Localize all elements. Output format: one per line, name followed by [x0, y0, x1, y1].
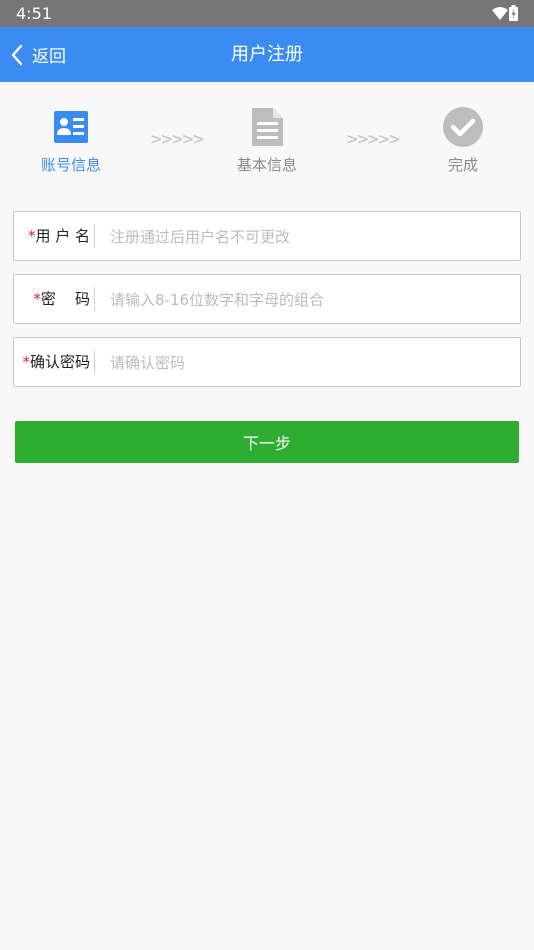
username-label-text: 用 户 名	[35, 227, 90, 245]
password-label-text: 密 码	[40, 290, 90, 308]
registration-steps: 账号信息 >>>>> 基本信息 >>>>> 完成	[0, 100, 534, 190]
confirm-password-label: *确认密码	[14, 350, 95, 374]
step-account-info: 账号信息	[11, 100, 131, 175]
password-field: *密 码	[13, 274, 521, 324]
username-input[interactable]	[108, 220, 512, 254]
next-step-button[interactable]: 下一步	[15, 421, 519, 463]
step-label: 账号信息	[40, 156, 101, 174]
step-label: 基本信息	[236, 156, 297, 174]
step-label: 完成	[447, 156, 478, 174]
confirm-password-input[interactable]	[108, 346, 512, 380]
status-time: 4:51	[16, 4, 52, 23]
required-mark: *	[22, 353, 30, 371]
page-title: 用户注册	[231, 44, 303, 65]
step-separator-2: >>>>>	[346, 130, 401, 148]
id-card-icon	[54, 111, 88, 143]
check-circle-icon	[443, 107, 483, 147]
password-label: *密 码	[14, 287, 95, 311]
app-bar: 返回 用户注册	[0, 27, 534, 82]
status-bar: 4:51	[0, 0, 534, 27]
step-basic-info: 基本信息	[207, 100, 327, 175]
step-separator-1: >>>>>	[150, 130, 205, 148]
confirm-password-field: *确认密码	[13, 337, 521, 387]
password-input[interactable]	[108, 283, 512, 317]
wifi-icon	[492, 7, 508, 20]
username-field: *用 户 名	[13, 211, 521, 261]
battery-icon	[509, 5, 518, 21]
step-complete: 完成	[403, 100, 523, 175]
required-mark: *	[33, 290, 41, 308]
confirm-password-label-text: 确认密码	[29, 353, 90, 371]
document-icon	[252, 108, 283, 146]
username-label: *用 户 名	[14, 224, 95, 248]
